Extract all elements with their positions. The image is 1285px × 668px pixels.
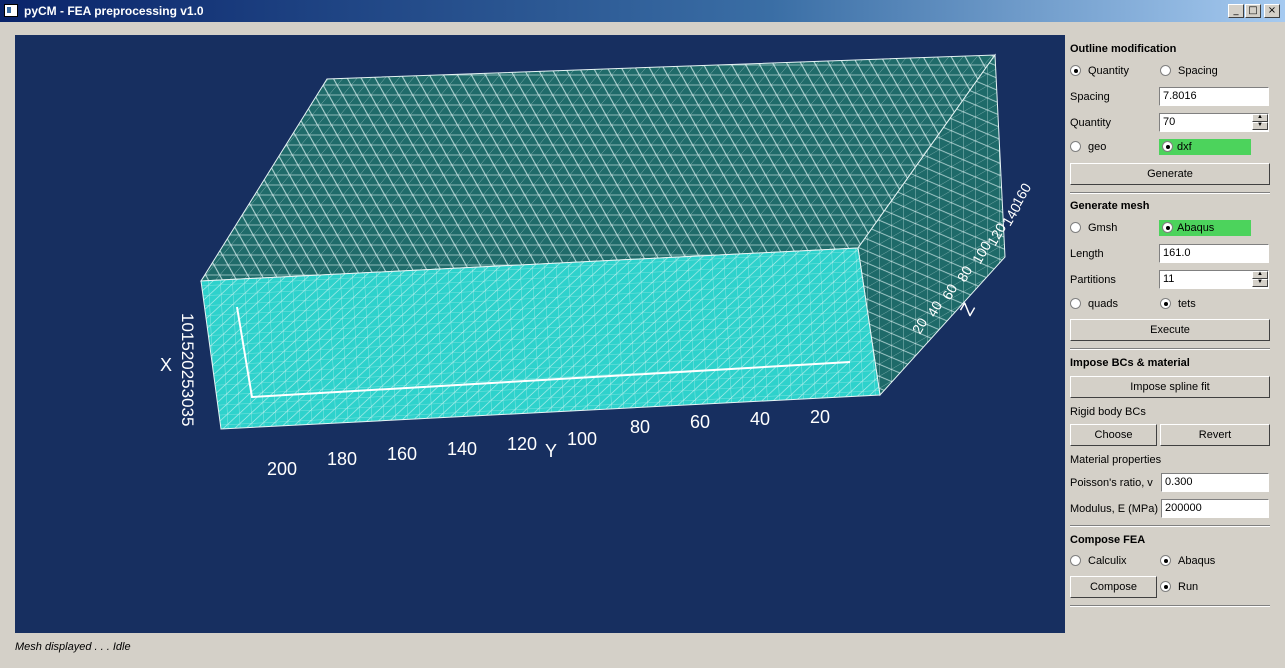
y-tick-label: 80: [630, 417, 650, 437]
modulus-field[interactable]: 200000: [1161, 499, 1269, 518]
rigid-body-label: Rigid body BCs: [1070, 406, 1146, 418]
minimize-button[interactable]: _: [1228, 4, 1244, 18]
maximize-button[interactable]: □: [1245, 4, 1261, 18]
revert-button[interactable]: Revert: [1160, 424, 1270, 446]
radio-spacing[interactable]: Spacing: [1160, 63, 1218, 79]
quantity-spin-buttons[interactable]: ▲ ▼: [1252, 114, 1268, 131]
mesh-render: 200 180 160 140 120 10080 60 40 20 2040608010012…: [160, 53, 1034, 479]
y-tick-label: 160: [387, 444, 417, 464]
spin-up-icon: ▲: [1252, 271, 1268, 279]
radio-indicator: [1162, 222, 1173, 233]
radio-indicator: [1162, 141, 1173, 152]
control-panel: Outline modification Quantity Spacing Sp…: [1066, 35, 1278, 615]
spin-up-icon: ▲: [1252, 114, 1268, 122]
radio-indicator: [1160, 581, 1171, 592]
length-field[interactable]: 161.0: [1159, 244, 1269, 263]
radio-dxf[interactable]: dxf: [1159, 139, 1251, 155]
divider: [1070, 605, 1270, 607]
axis-label-y: Y: [545, 441, 557, 461]
close-button[interactable]: ×: [1264, 4, 1280, 18]
axis-label-z: Z: [956, 299, 979, 319]
window-title: pyCM - FEA preprocessing v1.0: [24, 4, 204, 18]
section-title-fea: Compose FEA: [1070, 534, 1146, 546]
section-title-outline: Outline modification: [1070, 43, 1177, 55]
radio-quantity[interactable]: Quantity: [1070, 63, 1129, 79]
radio-indicator: [1070, 222, 1081, 233]
spacing-field[interactable]: 7.8016: [1159, 87, 1269, 106]
divider: [1070, 525, 1270, 527]
generate-button[interactable]: Generate: [1070, 163, 1270, 185]
app-icon: [4, 4, 18, 17]
y-tick-label: 120: [507, 434, 537, 454]
radio-indicator: [1160, 65, 1171, 76]
radio-geo[interactable]: geo: [1070, 139, 1106, 155]
x-tick-labels: 101520253035: [178, 313, 197, 426]
modulus-label: Modulus, E (MPa): [1070, 503, 1159, 515]
spacing-label: Spacing: [1070, 91, 1110, 103]
partitions-stepper[interactable]: 11 ▲ ▼: [1159, 270, 1269, 289]
y-tick-label: 180: [327, 449, 357, 469]
y-tick-label: 40: [750, 409, 770, 429]
title-bar: pyCM - FEA preprocessing v1.0 _ □ ×: [0, 0, 1285, 22]
radio-indicator: [1070, 555, 1081, 566]
partitions-value: 11: [1163, 273, 1175, 285]
radio-indicator: [1070, 141, 1081, 152]
spin-down-icon: ▼: [1252, 122, 1268, 130]
poisson-label: Poisson's ratio, v: [1070, 477, 1153, 489]
y-tick-label: 200: [267, 459, 297, 479]
quantity-value: 70: [1163, 116, 1176, 128]
y-tick-label: 60: [690, 412, 710, 432]
partitions-spin-buttons[interactable]: ▲ ▼: [1252, 271, 1268, 288]
y-tick-label: 140: [447, 439, 477, 459]
radio-abaqus-mesh[interactable]: Abaqus: [1159, 220, 1251, 236]
divider: [1070, 192, 1270, 194]
radio-gmsh[interactable]: Gmsh: [1070, 220, 1117, 236]
checkbox-run[interactable]: Run: [1160, 579, 1198, 595]
compose-button[interactable]: Compose: [1070, 576, 1157, 598]
render-viewport[interactable]: 200 180 160 140 120 100 80 60 40 20 20 40 60 80 100 12…: [15, 35, 1065, 633]
radio-tets[interactable]: tets: [1160, 296, 1196, 312]
impose-spline-button[interactable]: Impose spline fit: [1070, 376, 1270, 398]
radio-indicator: [1160, 555, 1171, 566]
radio-quads[interactable]: quads: [1070, 296, 1118, 312]
divider: [1070, 348, 1270, 350]
quantity-label: Quantity: [1070, 117, 1111, 129]
radio-indicator: [1160, 298, 1171, 309]
radio-indicator: [1070, 298, 1081, 309]
axis-label-x: X: [160, 355, 172, 375]
poisson-field[interactable]: 0.300: [1161, 473, 1269, 492]
partitions-label: Partitions: [1070, 274, 1116, 286]
length-label: Length: [1070, 248, 1104, 260]
section-title-mesh: Generate mesh: [1070, 200, 1150, 212]
radio-abaqus-fea[interactable]: Abaqus: [1160, 553, 1215, 569]
status-text: Mesh displayed . . . Idle: [15, 641, 131, 653]
execute-button[interactable]: Execute: [1070, 319, 1270, 341]
y-tick-label: 100: [567, 429, 597, 449]
radio-calculix[interactable]: Calculix: [1070, 553, 1127, 569]
y-tick-label: 20: [810, 407, 830, 427]
quantity-stepper[interactable]: 70 ▲ ▼: [1159, 113, 1269, 132]
material-label: Material properties: [1070, 454, 1162, 466]
spin-down-icon: ▼: [1252, 279, 1268, 287]
radio-indicator: [1070, 65, 1081, 76]
choose-button[interactable]: Choose: [1070, 424, 1157, 446]
section-title-bcs: Impose BCs & material: [1070, 357, 1190, 369]
